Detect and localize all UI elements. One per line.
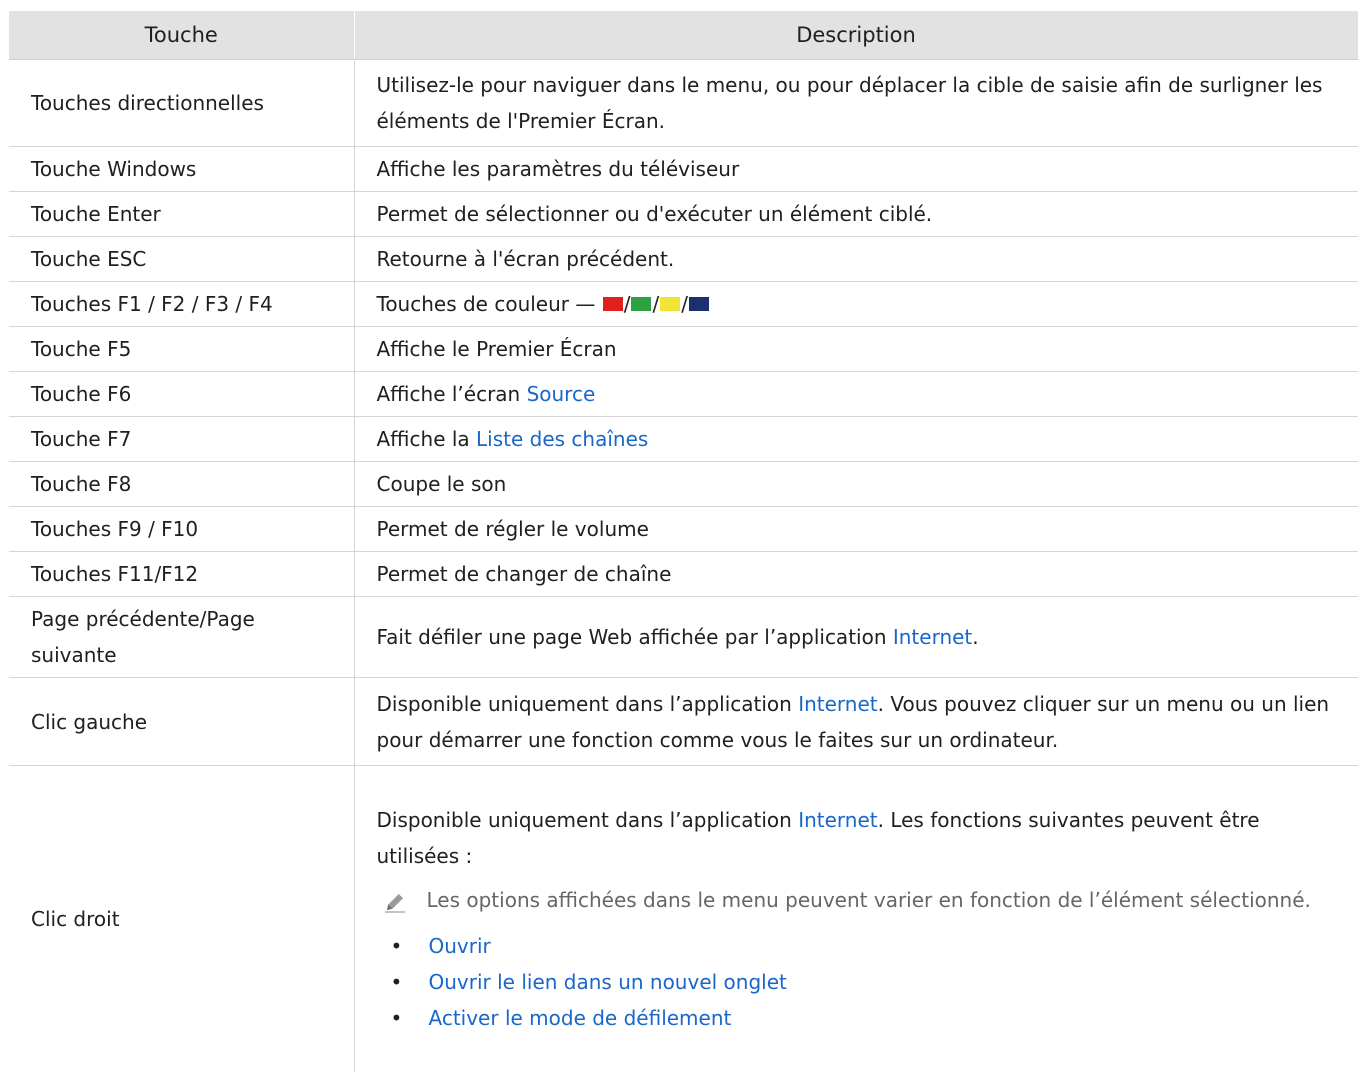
table-row: Touches F1 / F2 / F3 / F4 Touches de cou… [9,281,1358,327]
row-description: Fait défiler une page Web affichée par l… [354,596,1358,678]
table-row: Page précédente/Page suivante Fait défil… [9,596,1358,678]
channel-list-link[interactable]: Liste des chaînes [476,427,648,451]
row-description: Permet de sélectionner ou d'exécuter un … [354,191,1358,237]
table-row: Clic droit Disponible uniquement dans l’… [9,765,1358,1072]
row-description: Coupe le son [354,461,1358,507]
row-key: Touche F6 [9,371,355,417]
red-swatch [602,296,623,311]
row-description: Affiche le Premier Écran [354,326,1358,372]
swatch-separator: / [623,292,631,316]
open-option-link[interactable]: Ouvrir [429,934,491,958]
row-key: Touches F11/F12 [9,551,355,597]
row-key: Touches F1 / F2 / F3 / F4 [9,281,355,327]
table-row: Touche Enter Permet de sélectionner ou d… [9,191,1358,237]
description-text: Fait défiler une page Web affichée par l… [376,625,893,649]
row-description: Disponible uniquement dans l’application… [354,766,1358,1072]
row-key: Touche F7 [9,416,355,462]
color-keys-prefix: Touches de couleur — [376,292,602,316]
context-menu-options-list: Ouvrir Ouvrir le lien dans un nouvel ong… [377,928,1339,1036]
table-row: Touche F7 Affiche la Liste des chaînes [9,416,1358,462]
row-key: Touches F9 / F10 [9,506,355,552]
description-text: Affiche la [376,427,477,451]
source-link[interactable]: Source [527,382,596,406]
table-row: Touche F8 Coupe le son [9,461,1358,507]
row-description: Disponible uniquement dans l’application… [354,677,1358,766]
description-text: Affiche l’écran [376,382,527,406]
green-swatch [631,296,652,311]
open-link-new-tab-option[interactable]: Ouvrir le lien dans un nouvel onglet [429,970,787,994]
row-description: Retourne à l'écran précédent. [354,236,1358,282]
description-paragraph: Disponible uniquement dans l’application… [377,802,1339,874]
table-header-row: Touche Description [9,11,1358,60]
row-description: Permet de régler le volume [354,506,1358,552]
row-description: Utilisez-le pour naviguer dans le menu, … [354,59,1358,147]
table-row: Touches F9 / F10 Permet de régler le vol… [9,506,1358,552]
internet-link[interactable]: Internet [893,625,972,649]
description-text: . [972,625,979,649]
description-text: Disponible uniquement dans l’application [376,807,799,832]
table-row: Touche Windows Affiche les paramètres du… [9,146,1358,192]
shortcut-table-container: Touche Description Touches directionnell… [9,11,1358,1072]
swatch-separator: / [652,292,660,316]
table-row: Touche ESC Retourne à l'écran précédent. [9,236,1358,282]
row-description: Permet de changer de chaîne [354,551,1358,597]
row-key: Clic droit [9,765,355,1072]
row-key: Touche F8 [9,461,355,507]
row-description: Touches de couleur — / / / [354,281,1358,327]
header-key: Touche [9,11,355,60]
yellow-swatch [660,296,681,311]
header-description: Description [354,11,1358,60]
blue-swatch [688,296,709,311]
row-key: Touches directionnelles [9,59,355,147]
row-key: Touche Windows [9,146,355,192]
list-item: Ouvrir le lien dans un nouvel onglet [377,964,1339,1000]
internet-link[interactable]: Internet [798,808,877,832]
row-description: Affiche la Liste des chaînes [354,416,1358,462]
scroll-mode-option[interactable]: Activer le mode de défilement [429,1006,732,1030]
table-row: Touche F6 Affiche l’écran Source [9,371,1358,417]
row-key: Page précédente/Page suivante [9,596,355,678]
table-row: Touche F5 Affiche le Premier Écran [9,326,1358,372]
table-row: Touches directionnelles Utilisez-le pour… [9,59,1358,147]
internet-link[interactable]: Internet [798,692,877,716]
row-key: Touche F5 [9,326,355,372]
keyboard-shortcut-table: Touche Description Touches directionnell… [9,11,1358,1072]
row-description: Affiche l’écran Source [354,371,1358,417]
note: Les options affichées dans le menu peuve… [377,882,1339,918]
row-description: Affiche les paramètres du téléviseur [354,146,1358,192]
row-key: Clic gauche [9,677,355,766]
row-key: Touche Enter [9,191,355,237]
pencil-icon [384,893,405,913]
description-text: Disponible uniquement dans l’application [376,691,799,716]
row-key: Touche ESC [9,236,355,282]
list-item: Activer le mode de défilement [377,1000,1339,1036]
list-item: Ouvrir [377,928,1339,964]
note-text: Les options affichées dans le menu peuve… [426,887,1311,912]
table-row: Clic gauche Disponible uniquement dans l… [9,677,1358,766]
table-row: Touches F11/F12 Permet de changer de cha… [9,551,1358,597]
swatch-separator: / [681,292,688,316]
